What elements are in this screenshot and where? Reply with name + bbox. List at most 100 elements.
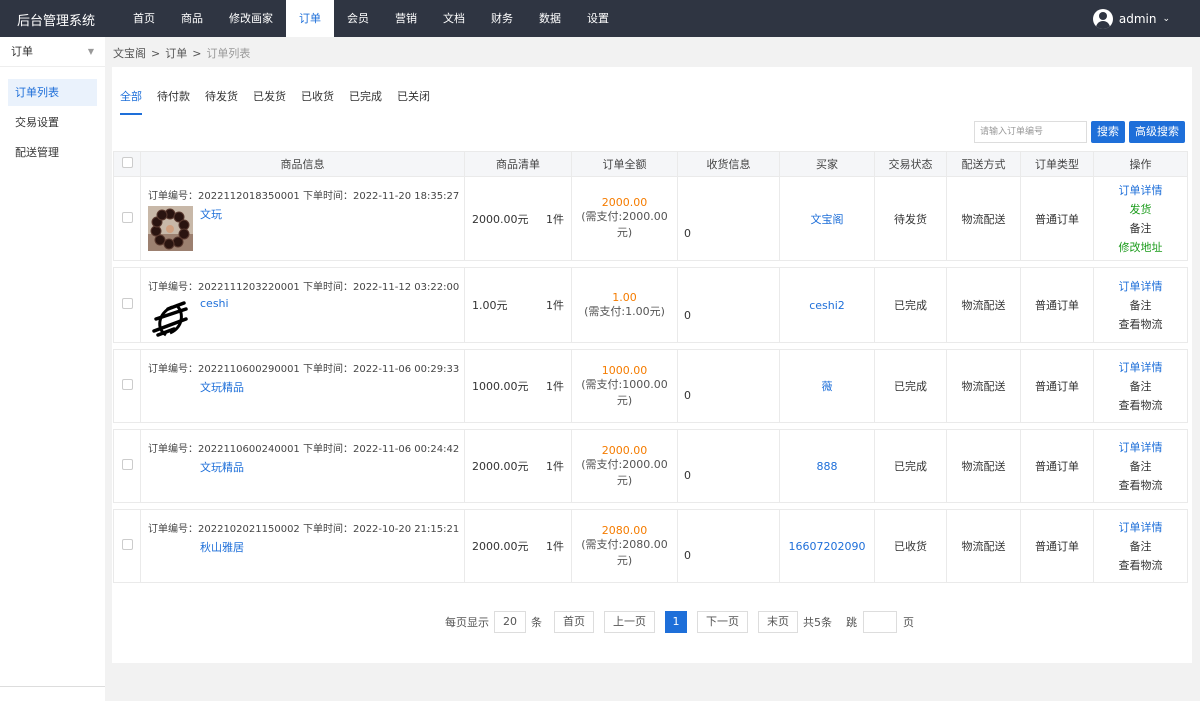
user-name: admin (1118, 12, 1157, 26)
buyer-link[interactable]: 888 (817, 460, 838, 473)
order-amount: 1000.00 (601, 363, 648, 377)
nav-item-settings[interactable]: 设置 (574, 0, 622, 37)
sidebar-header[interactable]: 订单 ▼ (0, 37, 105, 67)
order-detail-link[interactable]: 订单详情 (1094, 358, 1187, 377)
advanced-search-button[interactable]: 高级搜索 (1129, 121, 1185, 143)
unit-price: 2000.00元 (472, 212, 529, 226)
current-page-button[interactable]: 1 (665, 611, 687, 633)
select-all-checkbox[interactable] (121, 157, 133, 168)
view-logistics-link[interactable]: 查看物流 (1094, 476, 1187, 495)
remark-link[interactable]: 备注 (1094, 296, 1187, 315)
breadcrumb: 文宝阁 > 订单 > 订单列表 (113, 45, 250, 61)
column-header: 商品信息 (140, 151, 465, 177)
row-checkbox-cell (113, 267, 141, 343)
search-button[interactable]: 搜索 (1091, 121, 1125, 143)
tab-pending-payment[interactable]: 待付款 (157, 88, 190, 115)
status-cell: 已完成 (874, 349, 947, 423)
buyer-link[interactable]: ceshi2 (809, 299, 845, 312)
row-checkbox[interactable] (121, 539, 133, 550)
per-page-input[interactable]: 20 (494, 611, 526, 633)
buyer-link[interactable]: 16607202090 (789, 540, 866, 553)
row-checkbox[interactable] (121, 379, 133, 390)
sidebar: 订单 ▼ 订单列表 交易设置 配送管理 (0, 37, 105, 701)
view-logistics-link[interactable]: 查看物流 (1094, 396, 1187, 415)
buyer-link[interactable]: 文宝阁 (811, 213, 844, 226)
remark-link[interactable]: 备注 (1094, 219, 1187, 238)
product-name-link[interactable]: ceshi (200, 297, 229, 342)
nav-item-home[interactable]: 首页 (120, 0, 168, 37)
remark-link[interactable]: 备注 (1094, 457, 1187, 476)
view-logistics-link[interactable]: 查看物流 (1094, 556, 1187, 575)
nav-item-painters[interactable]: 修改画家 (216, 0, 286, 37)
sidebar-item-delivery[interactable]: 配送管理 (8, 139, 97, 166)
nav-item-members[interactable]: 会员 (334, 0, 382, 37)
product-info: 文玩精品 (148, 379, 464, 395)
prev-page-button[interactable]: 上一页 (604, 611, 655, 633)
amount-payable: (需支付:1000.00 (581, 377, 668, 391)
product-name-link[interactable]: 文玩 (200, 206, 222, 251)
total-count: 共5条 (803, 616, 832, 629)
breadcrumb-item[interactable]: 订单 (165, 47, 187, 60)
product-thumbnail-beads[interactable] (148, 206, 193, 251)
nav-item-finance[interactable]: 财务 (478, 0, 526, 37)
order-detail-link[interactable]: 订单详情 (1094, 518, 1187, 537)
order-detail-link[interactable]: 订单详情 (1094, 277, 1187, 296)
quantity: 1件 (546, 212, 564, 226)
first-page-button[interactable]: 首页 (554, 611, 594, 633)
sidebar-item-trade-settings[interactable]: 交易设置 (8, 109, 97, 136)
nav-item-orders[interactable]: 订单 (286, 0, 334, 37)
product-name-link[interactable]: 秋山雅居 (200, 539, 244, 555)
tab-completed[interactable]: 已完成 (349, 88, 382, 115)
nav-item-marketing[interactable]: 营销 (382, 0, 430, 37)
product-info: 秋山雅居 (148, 539, 464, 555)
remark-link[interactable]: 备注 (1094, 537, 1187, 556)
row-checkbox[interactable] (121, 211, 133, 223)
column-header: 收货信息 (677, 151, 780, 177)
sidebar-title: 订单 (11, 45, 33, 58)
row-checkbox[interactable] (121, 298, 133, 309)
jump-label: 跳 (846, 616, 857, 629)
order-search-input[interactable] (974, 121, 1087, 143)
buyer-cell: 薇 (779, 349, 875, 423)
product-info: 文玩精品 (148, 459, 464, 475)
product-cell: 订单编号：2022110600290001 下单时间：2022-11-06 00… (140, 349, 465, 423)
amount-payable: (需支付:1.00元) (584, 304, 665, 318)
order-type-cell: 普通订单 (1020, 176, 1094, 261)
jump-page-input[interactable] (863, 611, 897, 633)
nav-item-docs[interactable]: 文档 (430, 0, 478, 37)
nav-item-products[interactable]: 商品 (168, 0, 216, 37)
order-amount: 2000.00 (601, 443, 648, 457)
order-detail-link[interactable]: 订单详情 (1094, 438, 1187, 457)
tab-all[interactable]: 全部 (120, 88, 142, 115)
main-panel: 全部 待付款 待发货 已发货 已收货 已完成 已关闭 搜索 高级搜索 商品信息 … (112, 67, 1192, 663)
product-thumbnail-logo[interactable] (148, 297, 193, 342)
sidebar-item-order-list[interactable]: 订单列表 (8, 79, 97, 106)
nav-item-data[interactable]: 数据 (526, 0, 574, 37)
buyer-link[interactable]: 薇 (822, 380, 833, 393)
tab-closed[interactable]: 已关闭 (397, 88, 430, 115)
order-detail-link[interactable]: 订单详情 (1094, 181, 1187, 200)
tab-received[interactable]: 已收货 (301, 88, 334, 115)
receiver-info: 0 (684, 389, 691, 402)
remark-link[interactable]: 备注 (1094, 377, 1187, 396)
view-logistics-link[interactable]: 查看物流 (1094, 315, 1187, 334)
shipping-cell: 物流配送 (946, 429, 1021, 503)
row-checkbox[interactable] (121, 459, 133, 470)
next-page-button[interactable]: 下一页 (697, 611, 748, 633)
last-page-button[interactable]: 末页 (758, 611, 798, 633)
buyer-cell: ceshi2 (779, 267, 875, 343)
tab-shipped[interactable]: 已发货 (253, 88, 286, 115)
breadcrumb-separator: > (151, 47, 161, 60)
breadcrumb-item[interactable]: 文宝阁 (113, 47, 146, 60)
unit-price: 2000.00元 (472, 540, 529, 553)
product-name-link[interactable]: 文玩精品 (200, 459, 244, 475)
receiver-info: 0 (684, 469, 691, 482)
receiver-info: 0 (684, 227, 691, 240)
ship-link[interactable]: 发货 (1094, 200, 1187, 219)
product-cell: 订单编号：2022111203220001 下单时间：2022-11-12 03… (140, 267, 465, 343)
user-avatar-icon (1092, 9, 1113, 29)
edit-address-link[interactable]: 修改地址 (1094, 238, 1187, 257)
tab-pending-shipment[interactable]: 待发货 (205, 88, 238, 115)
user-menu[interactable]: admin ⌄ (1092, 9, 1170, 29)
product-name-link[interactable]: 文玩精品 (200, 379, 244, 395)
